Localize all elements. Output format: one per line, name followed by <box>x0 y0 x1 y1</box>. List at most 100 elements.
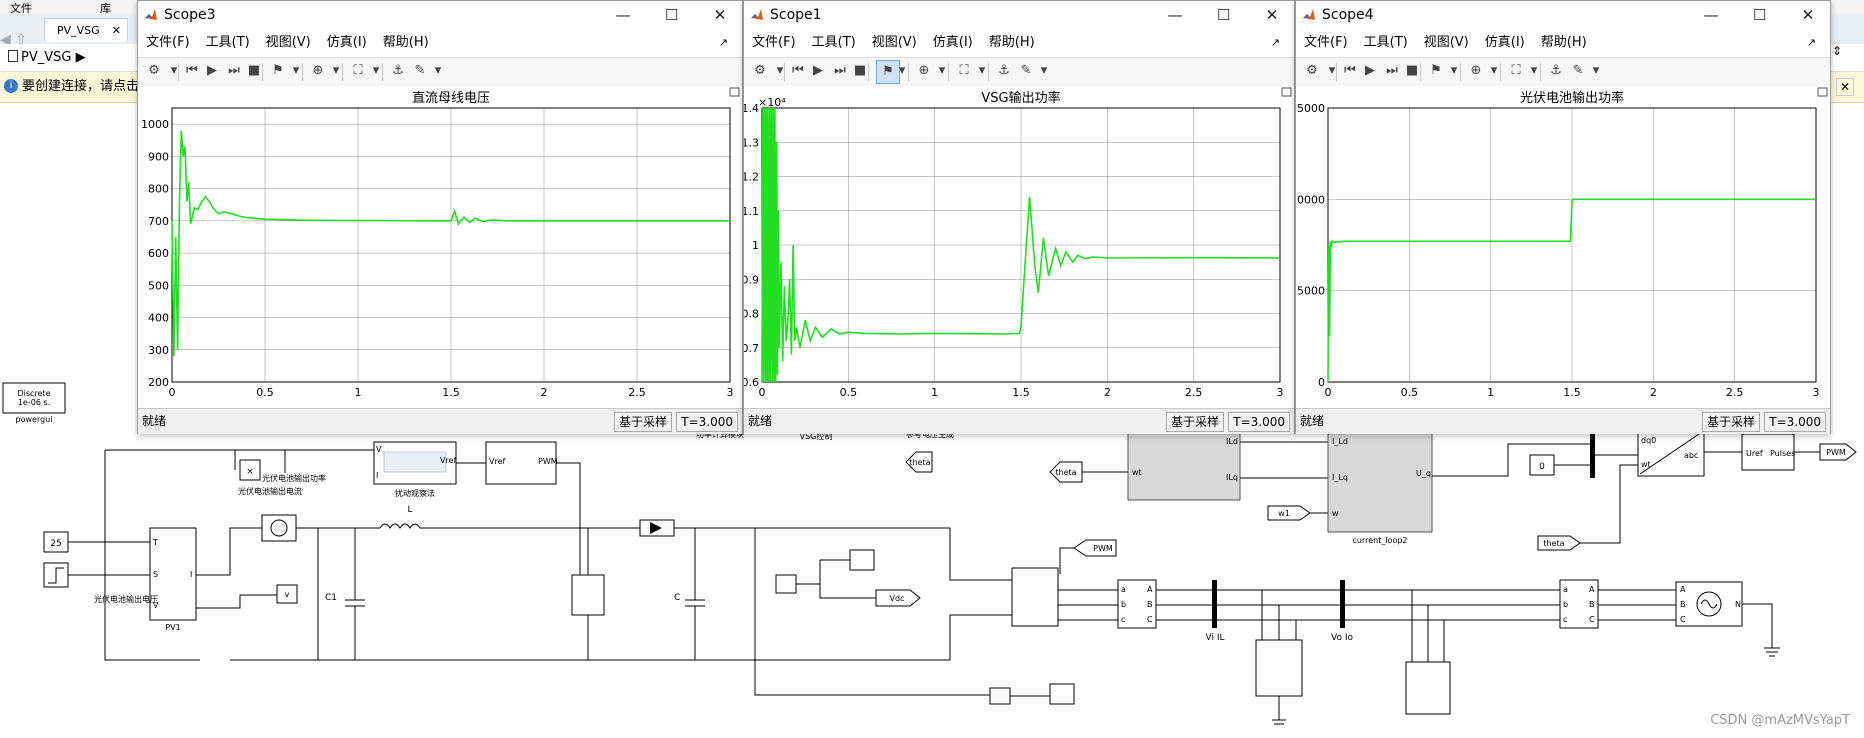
zoom-in-icon[interactable]: ⊕ <box>310 63 326 79</box>
right-edge-scrollbar[interactable]: ⇕ <box>1832 44 1842 58</box>
menu-item[interactable]: 工具(T) <box>206 35 250 50</box>
scope4-window[interactable]: Scope4 — ☐ ✕ 文件(F) 工具(T) 视图(V) 仿真(I) 帮助(H) ↗ … <box>1295 0 1831 434</box>
zoom-in-icon[interactable]: ⊕ <box>916 63 932 79</box>
scope-plot[interactable]: 光伏电池输出功率 0 0.5 1 1.5 2 2.5 3 0 5000 10000 15000 <box>1296 86 1830 408</box>
scope-vdc-block[interactable] <box>849 549 875 571</box>
highlight-icon[interactable]: ⚑ <box>1428 63 1444 79</box>
bus-selector-vo[interactable] <box>1340 580 1345 628</box>
load-block[interactable] <box>1405 661 1451 715</box>
dropdown-arrow-icon[interactable]: ▾ <box>166 63 182 79</box>
undock-icon[interactable]: ↗ <box>1271 29 1280 57</box>
autoscale-icon[interactable]: ⛶ <box>1508 63 1524 79</box>
dropdown-arrow-icon[interactable]: ▾ <box>1588 63 1604 79</box>
undock-icon[interactable]: ↗ <box>719 29 728 57</box>
style-icon[interactable]: ✎ <box>1018 63 1034 79</box>
close-button[interactable]: ✕ <box>1250 1 1294 29</box>
trigger-icon[interactable]: ⚓ <box>390 63 406 79</box>
maximize-button[interactable]: ☐ <box>650 1 694 29</box>
dropdown-arrow-icon[interactable]: ▾ <box>430 63 446 79</box>
abc-dq-block[interactable] <box>1127 431 1241 501</box>
plot-undock-icon[interactable] <box>1281 87 1292 97</box>
inductor-l[interactable] <box>379 523 425 529</box>
capacitor-c[interactable] <box>685 528 705 660</box>
menu-item[interactable]: 仿真(I) <box>327 35 367 50</box>
trigger-icon[interactable]: ⚓ <box>996 63 1012 79</box>
window-titlebar[interactable]: Scope4 — ☐ ✕ <box>1296 1 1830 29</box>
autoscale-icon[interactable]: ⛶ <box>956 63 972 79</box>
run-icon[interactable]: ▶ <box>810 63 826 79</box>
minimize-button[interactable]: — <box>1689 1 1733 29</box>
menu-item[interactable]: 工具(T) <box>1364 35 1408 50</box>
plot-panel[interactable]: 直流母线电压 0 0.5 1 1.5 2 2.5 3 200 300 400 500 600 700 800… <box>138 86 742 408</box>
inverter-block[interactable] <box>1011 567 1059 627</box>
menu-item[interactable]: 文件(F) <box>146 35 190 50</box>
menu-item[interactable]: 文件(F) <box>1304 35 1348 50</box>
filter-capacitor-block[interactable] <box>1255 639 1303 697</box>
highlight-icon[interactable]: ⚑ <box>270 63 286 79</box>
gear-icon[interactable]: ⚙ <box>1304 63 1320 79</box>
minimize-button[interactable]: — <box>1153 1 1197 29</box>
scope-plot[interactable]: VSG输出功率 0 0.5 1 1.5 2 2.5 3 0.6 0.7 0.8 0.9 1 1.1 1.2 1… <box>744 86 1294 408</box>
scope-plot[interactable]: 直流母线电压 0 0.5 1 1.5 2 2.5 3 200 300 400 500 600 700 800… <box>138 86 742 408</box>
dropdown-arrow-icon[interactable]: ▾ <box>1324 63 1340 79</box>
stop-icon[interactable]: ■ <box>852 63 868 79</box>
window-titlebar[interactable]: Scope3 — ☐ ✕ <box>138 1 742 29</box>
style-icon[interactable]: ✎ <box>412 63 428 79</box>
scope3-window[interactable]: Scope3 — ☐ ✕ 文件(F) 工具(T) 视图(V) 仿真(I) 帮助(H) ↗ … <box>137 0 743 434</box>
close-button[interactable]: ✕ <box>1786 1 1830 29</box>
toolbar-separator <box>302 63 303 81</box>
gear-icon[interactable]: ⚙ <box>752 63 768 79</box>
run-icon[interactable]: ▶ <box>1362 63 1378 79</box>
sampling-mode[interactable]: 基于采样 <box>613 412 672 432</box>
rewind-icon[interactable]: ⏮ <box>790 63 806 79</box>
menu-item[interactable]: 帮助(H) <box>1541 35 1587 50</box>
undock-icon[interactable]: ↗ <box>1807 29 1816 57</box>
plot-undock-icon[interactable] <box>729 87 740 97</box>
menu-item[interactable]: 文件(F) <box>752 35 796 50</box>
bus-selector-vi[interactable] <box>1212 580 1217 628</box>
plot-undock-icon[interactable] <box>1817 87 1828 97</box>
menu-item[interactable]: 视图(V) <box>1424 35 1469 50</box>
current-loop-block[interactable] <box>1327 431 1433 533</box>
power-measurement-block[interactable] <box>989 687 1011 705</box>
window-titlebar[interactable]: Scope1 — ☐ ✕ <box>744 1 1294 29</box>
menu-item[interactable]: 视图(V) <box>266 35 311 50</box>
menu-item[interactable]: 仿真(I) <box>1485 35 1525 50</box>
zoom-in-icon[interactable]: ⊕ <box>1468 63 1484 79</box>
maximize-button[interactable]: ☐ <box>1202 1 1246 29</box>
menu-item[interactable]: 视图(V) <box>872 35 917 50</box>
vdc-measurement-block[interactable] <box>775 574 797 594</box>
step-forward-icon[interactable]: ⏭ <box>1384 63 1400 79</box>
run-icon[interactable]: ▶ <box>204 63 220 79</box>
plot-panel[interactable]: 光伏电池输出功率 0 0.5 1 1.5 2 2.5 3 0 5000 10000 15000 <box>1296 86 1830 408</box>
scope1-window[interactable]: Scope1 — ☐ ✕ 文件(F) 工具(T) 视图(V) 仿真(I) 帮助(H) ↗ … <box>743 0 1295 434</box>
style-icon[interactable]: ✎ <box>1570 63 1586 79</box>
dropdown-arrow-icon[interactable]: ▾ <box>772 63 788 79</box>
maximize-button[interactable]: ☐ <box>1738 1 1782 29</box>
scope-bottom-block[interactable] <box>1049 683 1075 705</box>
rewind-icon[interactable]: ⏮ <box>1342 63 1358 79</box>
plot-panel[interactable]: VSG输出功率 0 0.5 1 1.5 2 2.5 3 0.6 0.7 0.8 0.9 1 1.1 1.2 1… <box>744 86 1294 408</box>
stop-icon[interactable]: ■ <box>1404 63 1420 79</box>
sampling-mode[interactable]: 基于采样 <box>1165 412 1224 432</box>
gear-icon[interactable]: ⚙ <box>146 63 162 79</box>
step-forward-icon[interactable]: ⏭ <box>226 63 242 79</box>
minimize-button[interactable]: — <box>601 1 645 29</box>
step-forward-icon[interactable]: ⏭ <box>832 63 848 79</box>
rewind-icon[interactable]: ⏮ <box>184 63 200 79</box>
close-button[interactable]: ✕ <box>698 1 742 29</box>
dropdown-arrow-icon[interactable]: ▾ <box>1036 63 1052 79</box>
stop-icon[interactable]: ■ <box>246 63 262 79</box>
current-measurement-block[interactable] <box>261 514 297 542</box>
menu-item[interactable]: 工具(T) <box>812 35 856 50</box>
sampling-mode[interactable]: 基于采样 <box>1701 412 1760 432</box>
mux-block[interactable] <box>1590 432 1595 478</box>
trigger-icon[interactable]: ⚓ <box>1548 63 1564 79</box>
menu-item[interactable]: 帮助(H) <box>989 35 1035 50</box>
autoscale-icon[interactable]: ⛶ <box>350 63 366 79</box>
capacitor-c1[interactable] <box>345 528 365 660</box>
menu-item[interactable]: 帮助(H) <box>383 35 429 50</box>
y-tick-label: 400 <box>148 312 169 325</box>
menu-item[interactable]: 仿真(I) <box>933 35 973 50</box>
igbt-boost-block[interactable] <box>571 574 605 616</box>
